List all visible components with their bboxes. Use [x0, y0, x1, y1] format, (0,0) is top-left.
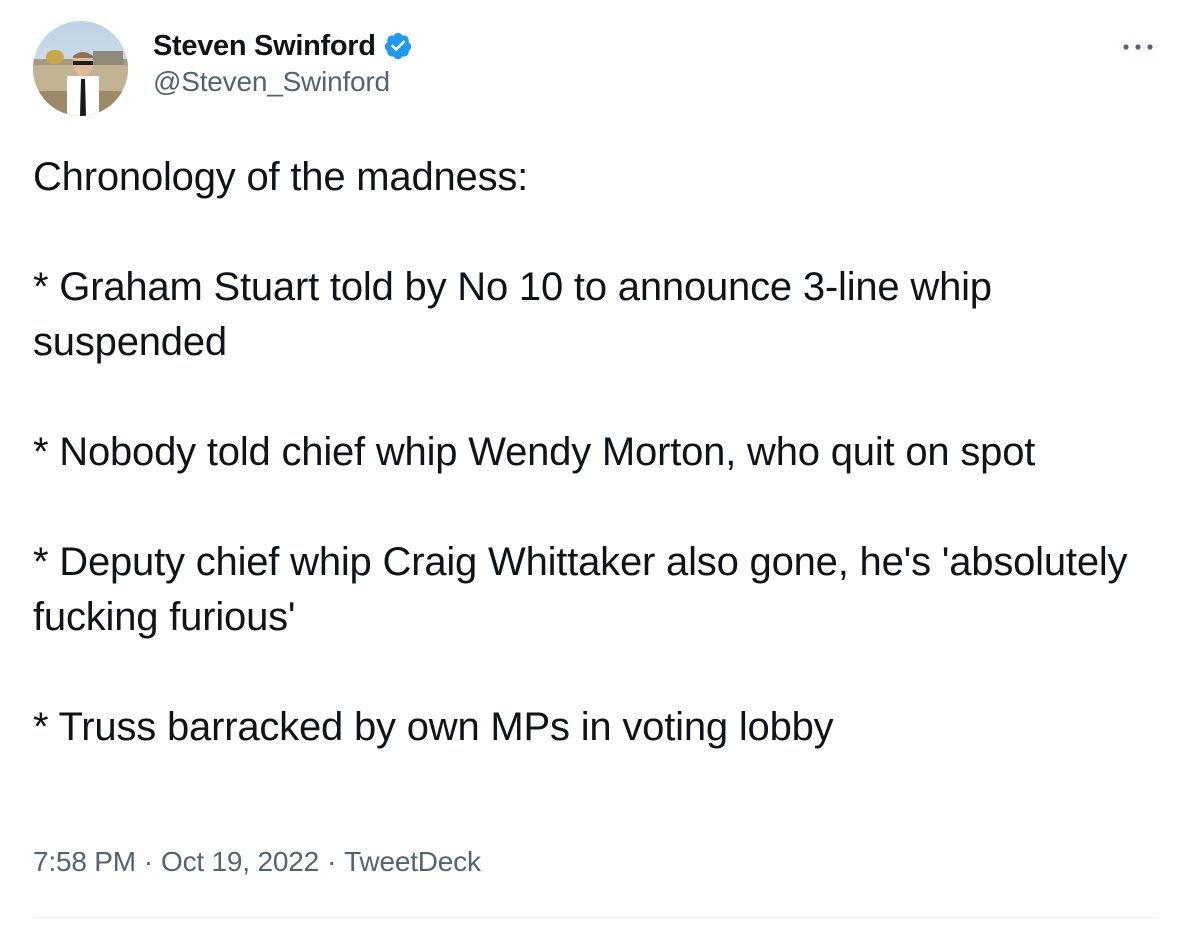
display-name[interactable]: Steven Swinford — [153, 30, 376, 63]
author-block: Steven Swinford @Steven_Swinford — [153, 28, 413, 98]
verified-badge-icon — [383, 31, 413, 61]
avatar[interactable] — [33, 21, 128, 116]
tweet-paragraph: * Graham Stuart told by No 10 to announc… — [33, 265, 992, 364]
meta-separator: · — [326, 846, 337, 877]
tweet-text: Chronology of the madness: * Graham Stua… — [33, 150, 1173, 755]
tweet-meta: 7:58 PM · Oct 19, 2022 · TweetDeck — [33, 846, 481, 878]
meta-separator: · — [143, 846, 154, 877]
tweet-paragraph: * Deputy chief whip Craig Whittaker also… — [33, 540, 1128, 639]
handle[interactable]: @Steven_Swinford — [153, 66, 413, 98]
tweet-paragraph: * Truss barracked by own MPs in voting l… — [33, 705, 834, 749]
tweet: Steven Swinford @Steven_Swinford Chronol… — [0, 0, 1200, 928]
avatar-image — [33, 21, 128, 116]
display-name-row: Steven Swinford — [153, 28, 413, 64]
more-options-icon — [1123, 44, 1153, 50]
tweet-time[interactable]: 7:58 PM — [33, 846, 136, 878]
tweet-paragraph: * Nobody told chief whip Wendy Morton, w… — [33, 430, 1036, 474]
tweet-paragraph: Chronology of the madness: — [33, 155, 529, 199]
divider — [33, 917, 1158, 918]
more-options-button[interactable] — [1118, 30, 1158, 64]
tweet-date[interactable]: Oct 19, 2022 — [161, 846, 319, 878]
tweet-source[interactable]: TweetDeck — [344, 846, 481, 878]
